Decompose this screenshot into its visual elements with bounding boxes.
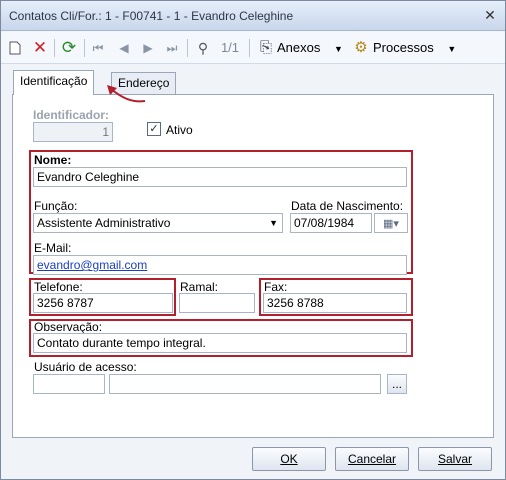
dialog-window: Contatos Cli/For.: 1 - F00741 - 1 - Evan…: [0, 0, 506, 480]
processos-label: Processos: [373, 40, 434, 55]
observacao-field[interactable]: Contato durante tempo integral.: [33, 333, 407, 353]
cancel-label: Cancelar: [347, 452, 397, 466]
arrow-annotation: [107, 85, 146, 103]
ramal-field[interactable]: [179, 293, 255, 313]
usuario-acesso-code-field[interactable]: [33, 374, 105, 394]
save-button[interactable]: Salvar: [418, 447, 492, 471]
observacao-label: Observação:: [34, 320, 103, 334]
data-nascimento-label: Data de Nascimento:: [291, 199, 404, 213]
save-label: Salvar: [437, 452, 472, 466]
nome-field[interactable]: Evandro Celeghine: [33, 167, 407, 187]
tab-label: Identificação: [20, 74, 88, 88]
anexos-label: Anexos: [277, 40, 321, 55]
toolbar: ✕ ⟳ ⏮ ◀ ▶ ⏭ ⚲ 1/1 ⎘ Anexos ▼ ⚙ Processos…: [1, 32, 505, 64]
telefone-field[interactable]: 3256 8787: [33, 293, 173, 313]
tab-strip: Identificação Endereço: [1, 67, 505, 95]
identificador-field: 1: [33, 122, 113, 142]
usuario-acesso-name-field[interactable]: [109, 374, 381, 394]
dialog-footer: OK Cancelar Salvar: [1, 438, 505, 480]
fax-field[interactable]: 3256 8788: [263, 293, 407, 313]
fax-label: Fax:: [264, 280, 288, 294]
binoculars-icon[interactable]: ⚲: [193, 32, 213, 64]
ativo-label: Ativo: [166, 123, 193, 137]
funcao-select[interactable]: Assistente Administrativo ▼: [33, 213, 283, 233]
anexos-menu[interactable]: Anexos ▼: [277, 32, 343, 64]
calendar-icon: ▦▾: [383, 218, 399, 230]
paperclip-icon[interactable]: ⎘: [258, 32, 274, 64]
nome-label: Nome:: [34, 153, 72, 167]
toolbar-separator: [54, 39, 55, 57]
toolbar-separator: [84, 39, 85, 57]
toolbar-separator: [249, 39, 250, 57]
browse-button[interactable]: ...: [387, 374, 407, 394]
refresh-icon[interactable]: ⟳: [59, 32, 79, 64]
ativo-checkbox[interactable]: ✓: [147, 122, 161, 136]
identificacao-panel: Identificador: 1 ✓ Ativo Nome: Evandro C…: [12, 94, 494, 438]
gears-icon[interactable]: ⚙: [351, 32, 371, 64]
chevron-down-icon: ▼: [334, 44, 343, 54]
title-bar: Contatos Cli/For.: 1 - F00741 - 1 - Evan…: [1, 1, 505, 31]
usuario-acesso-label: Usuário de acesso:: [34, 360, 137, 374]
ok-button[interactable]: OK: [252, 447, 326, 471]
toolbar-separator: [187, 39, 188, 57]
telefone-label: Telefone:: [34, 280, 83, 294]
window-title: Contatos Cli/For.: 1 - F00741 - 1 - Evan…: [9, 9, 294, 23]
cancel-button[interactable]: Cancelar: [335, 447, 409, 471]
email-field[interactable]: evandro@gmail.com: [33, 255, 407, 275]
identificador-label: Identificador:: [33, 108, 110, 122]
previous-record-icon[interactable]: ◀: [117, 32, 131, 64]
ramal-label: Ramal:: [180, 280, 219, 294]
close-icon[interactable]: ✕: [482, 7, 498, 23]
chevron-down-icon: ▼: [447, 44, 457, 54]
last-record-icon[interactable]: ⏭: [165, 32, 179, 64]
chevron-down-icon: ▼: [269, 218, 278, 228]
next-record-icon[interactable]: ▶: [141, 32, 155, 64]
tab-identificacao[interactable]: Identificação: [13, 70, 95, 95]
processos-menu[interactable]: Processos ▼: [373, 32, 456, 64]
ok-label: OK: [280, 452, 298, 466]
delete-icon[interactable]: ✕: [31, 32, 49, 64]
calendar-button[interactable]: ▦▾: [374, 213, 408, 233]
funcao-label: Função:: [34, 199, 78, 213]
funcao-value: Assistente Administrativo: [37, 216, 171, 230]
email-label: E-Mail:: [34, 241, 72, 255]
new-document-icon[interactable]: [7, 32, 23, 64]
first-record-icon[interactable]: ⏮: [91, 32, 105, 64]
record-position: 1/1: [220, 40, 240, 55]
data-nascimento-field[interactable]: 07/08/1984: [290, 213, 372, 233]
